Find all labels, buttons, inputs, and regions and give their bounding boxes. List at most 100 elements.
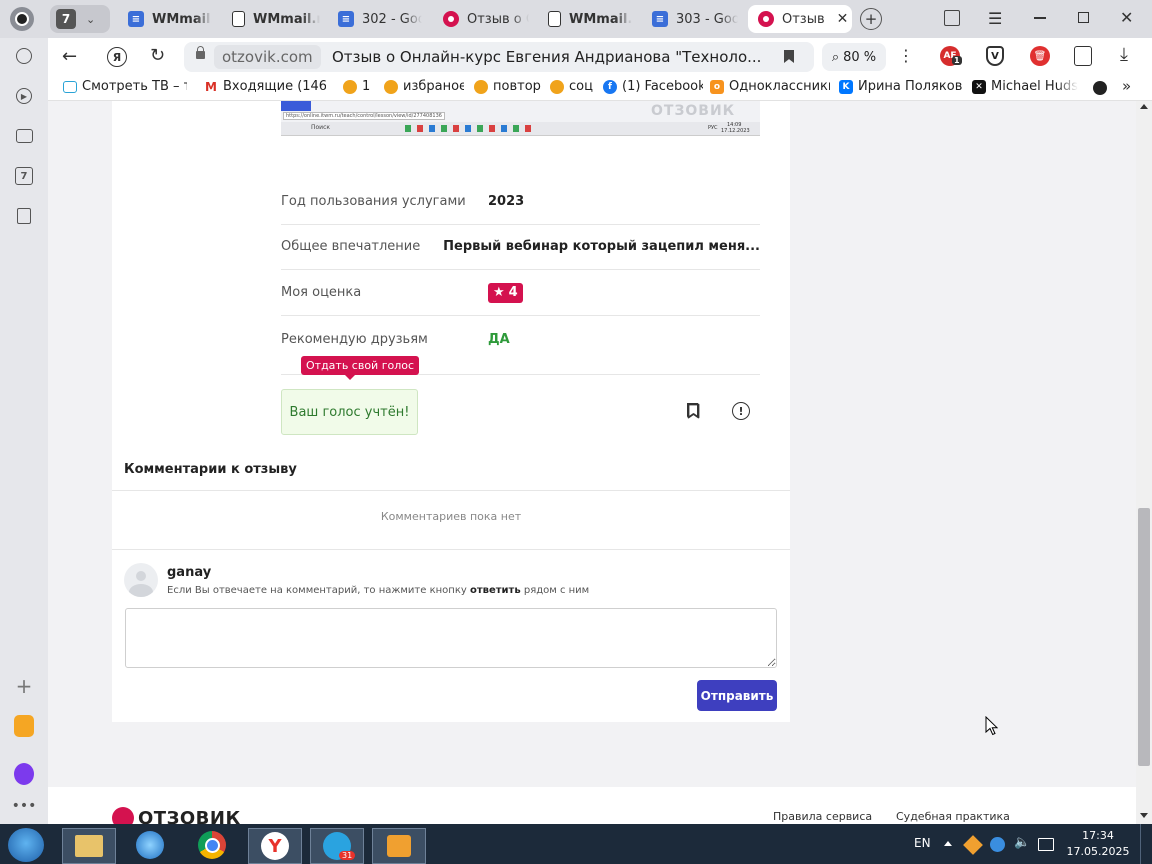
ie-taskbar-icon[interactable] [124, 828, 176, 862]
avatar-head [136, 571, 146, 581]
tab-wmmail-2[interactable]: WMmail.r [232, 5, 320, 33]
new-tab-button[interactable]: + [860, 8, 882, 30]
more-bookmarks-icon[interactable]: » [1122, 77, 1131, 95]
more-apps-icon[interactable]: ••• [12, 796, 37, 816]
clock-icon[interactable] [1093, 81, 1107, 95]
bookmark-page-icon[interactable] [784, 50, 794, 63]
minimize-icon[interactable] [1034, 17, 1046, 19]
bookmark-tv[interactable]: Смотреть ТВ – те [63, 79, 187, 94]
bookmark-x[interactable]: ✕ Michael Hudso [972, 79, 1078, 94]
report-icon[interactable]: ! [732, 402, 750, 420]
telegram-taskbar-icon[interactable]: 31 [310, 828, 364, 864]
browser-profile-icon[interactable] [10, 7, 34, 31]
close-tab-icon[interactable]: ✕ [837, 11, 849, 27]
footer-link-court[interactable]: Судебная практика [896, 810, 1010, 823]
network-icon[interactable] [1038, 838, 1054, 851]
row-value: 2023 [488, 194, 525, 209]
thumb-taskbar-icons [405, 125, 535, 132]
tab-otzovik-active[interactable]: Отзыв ✕ [748, 5, 852, 33]
review-screenshot-image[interactable]: https://online.itwm.ru/teach/control/les… [281, 101, 760, 136]
page-icon [548, 11, 561, 27]
camera-icon[interactable] [14, 126, 34, 146]
doc-icon: ≡ [652, 11, 668, 27]
review-row-rating: Моя оценка ★ 4 [281, 270, 760, 316]
extensions-icon[interactable] [1074, 46, 1092, 66]
alice-icon[interactable] [14, 763, 34, 785]
play-icon[interactable]: ▶ [14, 86, 34, 106]
tab-group-button[interactable]: 7 ⌄ [50, 5, 110, 33]
bookmark-gmail[interactable]: M Входящие (146) - [204, 79, 326, 94]
tab-wmmail-3[interactable]: WMmail.r [548, 5, 632, 33]
media-taskbar-icon[interactable] [372, 828, 426, 864]
comment-hint: Если Вы отвечаете на комментарий, то наж… [167, 585, 590, 596]
zoom-icon: ⌕ [831, 49, 840, 65]
tray-browser-icon[interactable] [990, 837, 1005, 852]
yandex-taskbar-icon[interactable]: Y [248, 828, 302, 864]
clock[interactable]: 17:34 17.05.2025 [1066, 828, 1130, 860]
tab-wmmail-1[interactable]: ≡ WMmail.r [128, 5, 212, 33]
mail-app-icon[interactable] [14, 715, 34, 737]
scroll-down-icon[interactable] [1140, 813, 1148, 818]
history-icon[interactable] [14, 46, 34, 66]
bookmark-1[interactable]: 1 [343, 79, 377, 94]
vote-button[interactable]: Ваш голос учтён! [281, 389, 418, 435]
bookmark-soc[interactable]: соц [550, 79, 596, 94]
tray-up-icon[interactable] [944, 841, 952, 846]
menu-icon[interactable]: ☰ [988, 9, 1002, 28]
more-vertical-icon[interactable]: ⋮ [898, 46, 914, 65]
comments-empty: Комментариев пока нет [380, 510, 522, 523]
vpn-extension-icon[interactable]: V [986, 46, 1004, 66]
windows-taskbar: Y 31 EN 🔈 17:34 17.05.2025 [0, 824, 1152, 864]
trash-extension-icon[interactable]: 🗑 [1030, 46, 1050, 66]
seven-icon[interactable]: 7 [14, 166, 34, 186]
bookmark-repeat[interactable]: повтор [474, 79, 542, 94]
reload-icon[interactable]: ↻ [150, 45, 165, 66]
close-window-icon[interactable]: ✕ [1120, 8, 1133, 27]
submit-button[interactable]: Отправить [697, 680, 777, 711]
tab-doc-302[interactable]: ≡ 302 - Goo [338, 5, 422, 33]
otzovik-icon [443, 11, 459, 27]
comment-username: ganay [167, 565, 212, 580]
bookmark-vk[interactable]: K Ирина Полякова [839, 79, 963, 94]
rating-badge: ★ 4 [488, 282, 523, 303]
url-box[interactable]: otzovik.com Отзыв о Онлайн-курс Евгения … [184, 42, 814, 72]
yandex-icon[interactable]: Я [107, 47, 127, 67]
collections-icon[interactable] [944, 10, 960, 26]
tab-count-badge: 7 [56, 9, 76, 29]
review-row-impression: Общее впечатление Первый вебинар который… [281, 224, 760, 270]
restore-icon[interactable] [1078, 12, 1089, 23]
tray-app-icon[interactable] [963, 835, 983, 855]
scroll-thumb[interactable] [1138, 508, 1150, 766]
adblock-extension-icon[interactable]: AE 1 [940, 46, 962, 66]
domain-chip[interactable]: otzovik.com [214, 45, 321, 69]
lock-shackle-icon [197, 46, 204, 53]
keyboard-language[interactable]: EN [914, 836, 931, 850]
avatar [124, 563, 158, 597]
bookmark-facebook[interactable]: f (1) Facebook [603, 79, 703, 94]
page-content: https://online.itwm.ru/teach/control/les… [48, 101, 1136, 824]
bookmark-odnoklassniki[interactable]: o Одноклассники [710, 79, 830, 94]
chrome-taskbar-icon[interactable] [186, 828, 238, 862]
footer-logo[interactable]: ОТЗОВИК [112, 807, 241, 824]
back-icon[interactable]: ← [62, 46, 77, 67]
explorer-taskbar-icon[interactable] [62, 828, 116, 864]
show-desktop-button[interactable] [1140, 824, 1152, 864]
page-icon [232, 11, 245, 27]
volume-icon[interactable]: 🔈 [1014, 835, 1030, 850]
comment-textarea[interactable] [125, 608, 777, 668]
review-card: https://online.itwm.ru/teach/control/les… [112, 101, 790, 446]
scroll-up-icon[interactable] [1140, 104, 1148, 109]
tab-otzovik-1[interactable]: Отзыв о С [443, 5, 529, 33]
page-scrollbar[interactable] [1136, 101, 1152, 824]
bookmark-favorites[interactable]: избраное [384, 79, 464, 94]
tab-doc-303[interactable]: ≡ 303 - Goo [652, 5, 738, 33]
zoom-chip[interactable]: ⌕ 80 % [822, 43, 886, 71]
download-icon[interactable]: ⤓ [1120, 44, 1128, 65]
recommend-value: ДА [488, 331, 510, 347]
notes-icon[interactable] [14, 206, 34, 226]
add-panel-icon[interactable]: + [14, 674, 34, 698]
row-label: Моя оценка [281, 285, 362, 300]
start-button[interactable] [8, 828, 44, 862]
bookmark-review-icon-shape [687, 403, 700, 423]
footer-link-rules[interactable]: Правила сервиса [773, 810, 872, 823]
